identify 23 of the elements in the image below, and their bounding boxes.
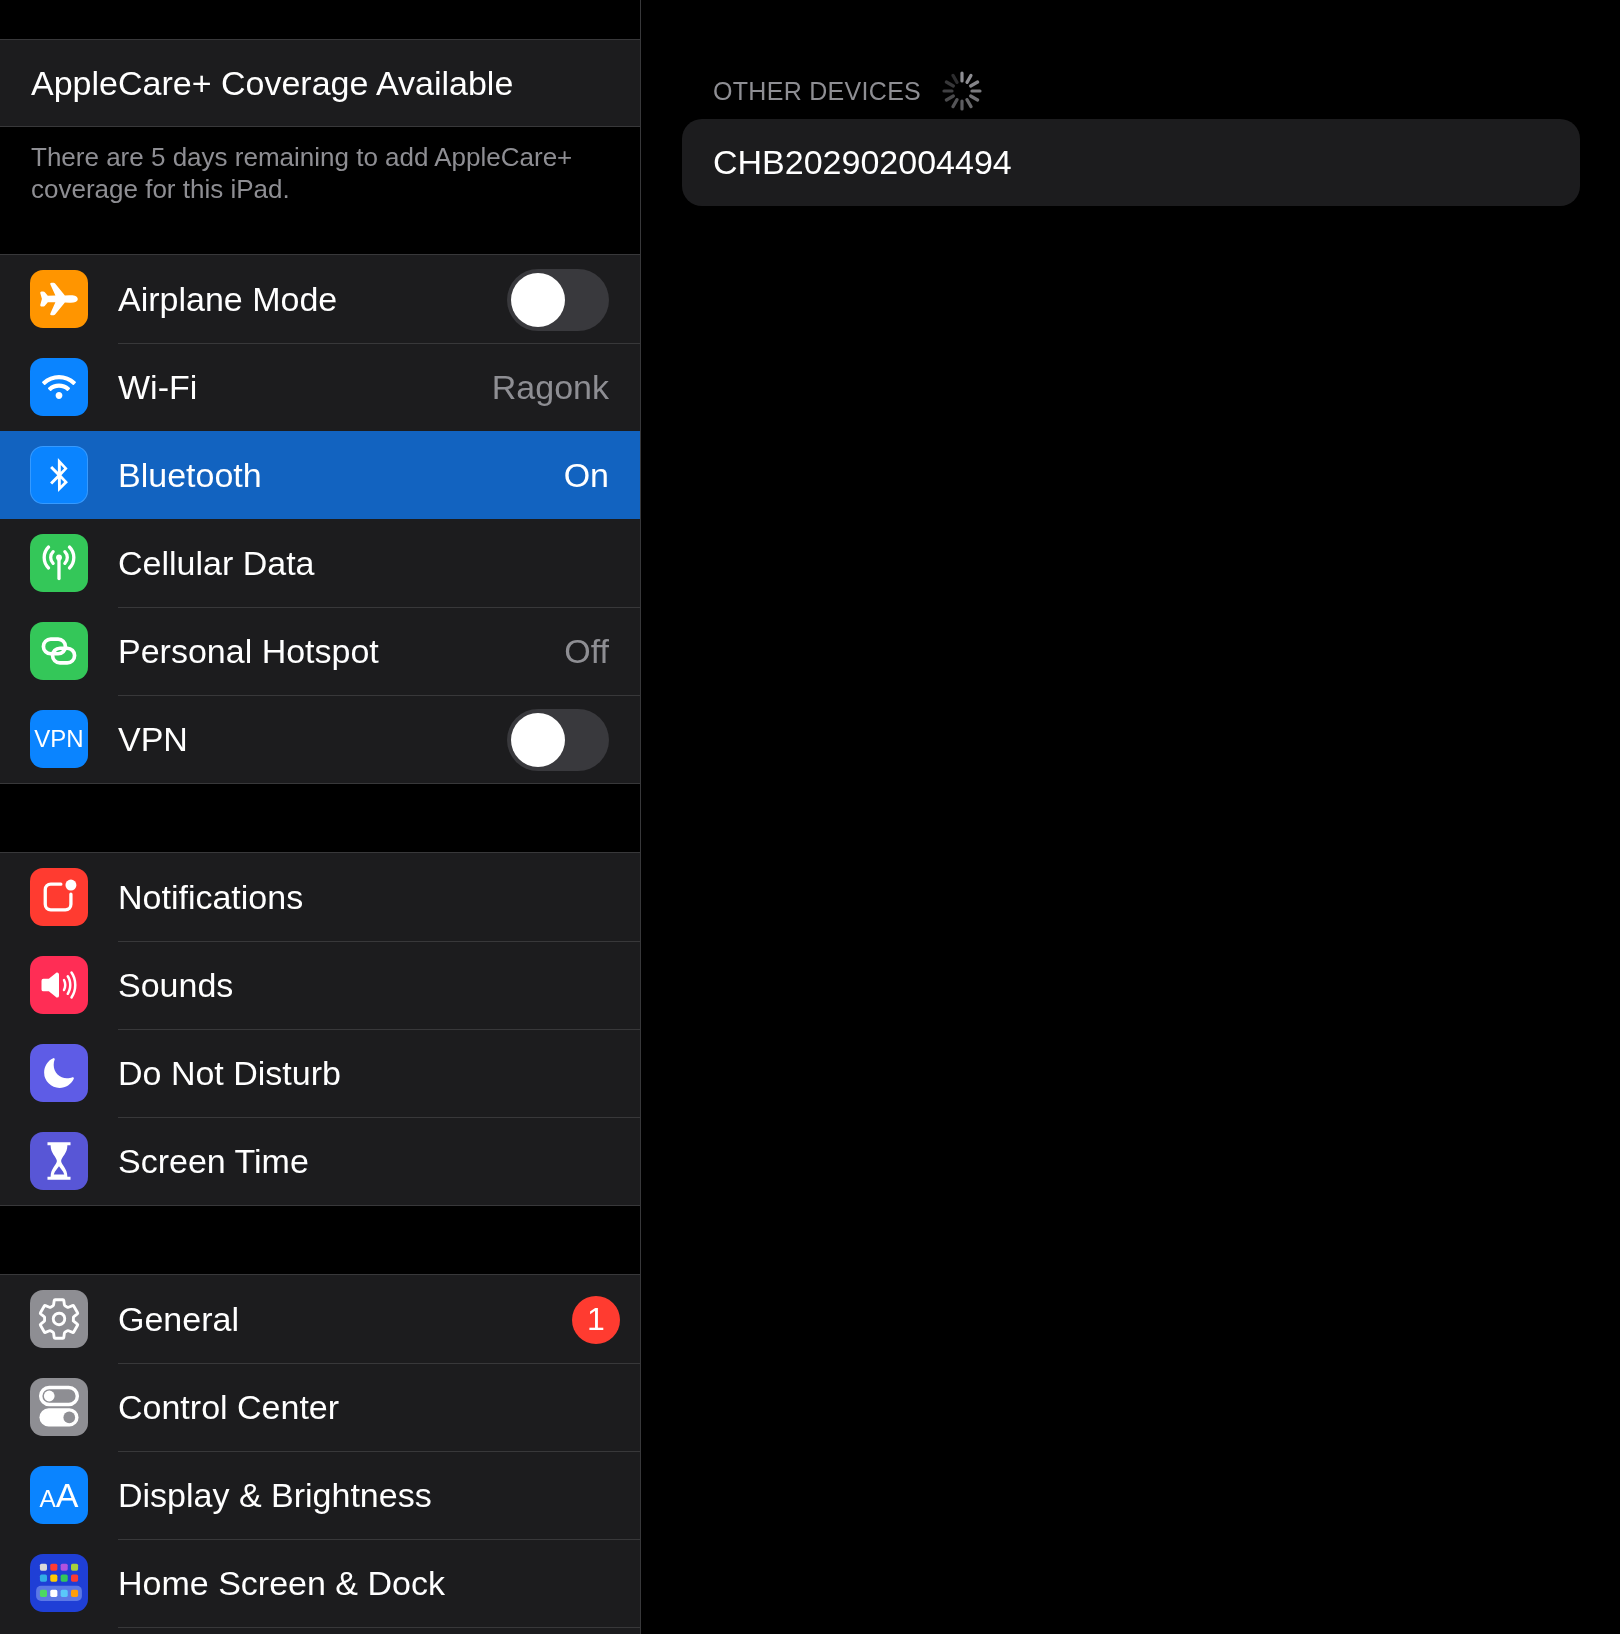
speaker-icon xyxy=(30,956,88,1014)
text-size-icon: AA xyxy=(30,1466,88,1524)
row-value: On xyxy=(563,456,609,495)
vpn-icon: VPN xyxy=(30,710,88,768)
settings-row[interactable]: Bluetooth On xyxy=(0,431,640,519)
applecare-row[interactable]: AppleCare+ Coverage Available xyxy=(0,39,640,127)
hourglass-icon xyxy=(30,1132,88,1190)
notifications-icon xyxy=(30,868,88,926)
notification-badge: 1 xyxy=(572,1295,620,1344)
moon-icon xyxy=(30,1044,88,1102)
antenna-icon xyxy=(30,534,88,592)
bluetooth-icon xyxy=(30,446,88,504)
description-text: There are 5 days remaining to add AppleCare+ coverage for this iPad. xyxy=(31,141,574,205)
toggles-icon xyxy=(30,1378,88,1436)
row-value: Ragonk xyxy=(491,368,609,407)
chain-link-icon xyxy=(30,622,88,680)
airplane-icon xyxy=(30,270,88,328)
wifi-icon xyxy=(30,358,88,416)
settings-icon xyxy=(30,1290,88,1348)
app-grid-icon xyxy=(30,1554,88,1612)
section-header: OTHER DEVICES xyxy=(713,76,922,106)
row-value: Off xyxy=(564,632,609,671)
device-row[interactable]: CHB202902004494 xyxy=(682,119,1580,206)
